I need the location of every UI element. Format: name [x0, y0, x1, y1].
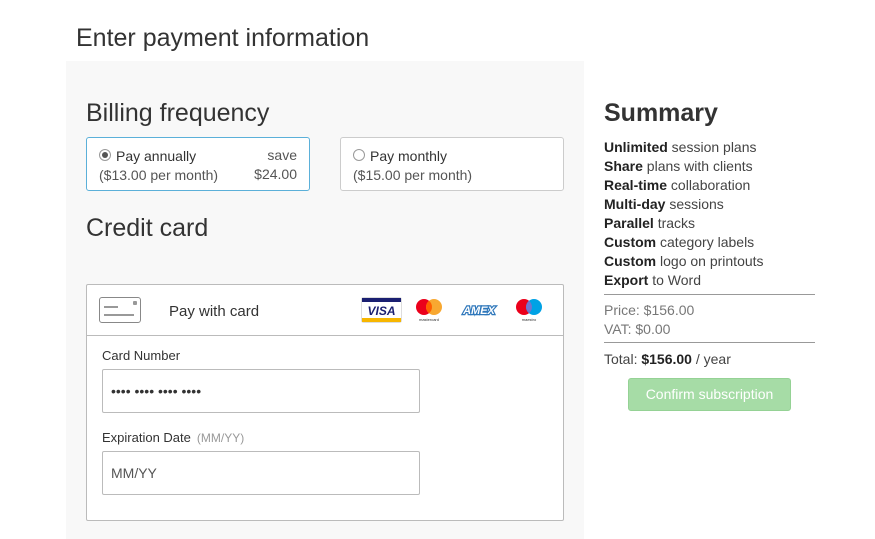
- payment-form-panel: Billing frequency Pay annually ($13.00 p…: [66, 61, 584, 539]
- page-title: Enter payment information: [76, 24, 370, 52]
- amex-logo-icon: AMEX: [461, 304, 497, 318]
- confirm-subscription-button[interactable]: Confirm subscription: [628, 378, 791, 411]
- card-number-input[interactable]: [102, 369, 420, 413]
- card-number-label: Card Number: [102, 348, 181, 363]
- card-payment-box: Pay with card VISA mastercard AMEX maest…: [86, 284, 564, 521]
- pay-annually-radio[interactable]: [99, 149, 111, 161]
- save-amount: $24.00: [254, 166, 297, 182]
- summary-divider: [604, 294, 815, 295]
- summary-title: Summary: [604, 99, 718, 127]
- expiration-date-label-wrapper: Expiration Date (MM/YY): [102, 430, 244, 445]
- summary-panel: Summary Unlimited session plans Share pl…: [584, 61, 836, 539]
- mastercard-logo-icon: mastercard: [416, 299, 442, 322]
- pay-annually-label: Pay annually: [116, 148, 197, 164]
- total-amount: $156.00: [641, 351, 692, 367]
- save-label: save: [267, 147, 297, 163]
- total-line: Total: $156.00 / year: [604, 351, 731, 367]
- pay-monthly-monthly-price: ($15.00 per month): [353, 167, 473, 183]
- feature-item: Multi-day sessions: [604, 196, 724, 212]
- vat-line: VAT: $0.00: [604, 321, 671, 337]
- pay-annually-monthly-price: ($13.00 per month): [99, 167, 219, 183]
- maestro-logo-text: maestro: [522, 317, 537, 322]
- billing-frequency-title: Billing frequency: [86, 99, 270, 127]
- total-divider: [604, 342, 815, 343]
- feature-item: Unlimited session plans: [604, 139, 757, 155]
- pay-monthly-option[interactable]: Pay monthly ($15.00 per month): [340, 137, 564, 191]
- pay-monthly-label: Pay monthly: [370, 148, 448, 164]
- feature-item: Share plans with clients: [604, 158, 753, 174]
- feature-item: Real-time collaboration: [604, 177, 751, 193]
- expiration-date-input[interactable]: [102, 451, 420, 495]
- expiration-date-hint: (MM/YY): [196, 431, 245, 445]
- feature-item: Parallel tracks: [604, 215, 696, 231]
- price-line: Price: $156.00: [604, 302, 695, 318]
- pay-annually-option[interactable]: Pay annually ($13.00 per month) save $24…: [86, 137, 310, 191]
- expiration-date-label: Expiration Date: [102, 430, 191, 445]
- feature-list: Unlimited session plans Share plans with…: [604, 138, 764, 290]
- pay-with-card-label: Pay with card: [169, 303, 260, 320]
- feature-item: Export to Word: [604, 272, 701, 288]
- card-header: Pay with card VISA mastercard AMEX maest…: [87, 285, 563, 336]
- pay-monthly-radio[interactable]: [353, 149, 365, 161]
- visa-logo-text: VISA: [367, 304, 395, 318]
- feature-item: Custom category labels: [604, 234, 755, 250]
- maestro-logo-icon: maestro: [516, 299, 542, 322]
- mastercard-logo-text: mastercard: [419, 317, 439, 322]
- credit-card-title: Credit card: [86, 214, 209, 242]
- amex-logo-text: AMEX: [462, 305, 495, 317]
- feature-item: Custom logo on printouts: [604, 253, 764, 269]
- visa-logo-icon: VISA: [361, 297, 402, 323]
- credit-card-icon: [99, 297, 141, 323]
